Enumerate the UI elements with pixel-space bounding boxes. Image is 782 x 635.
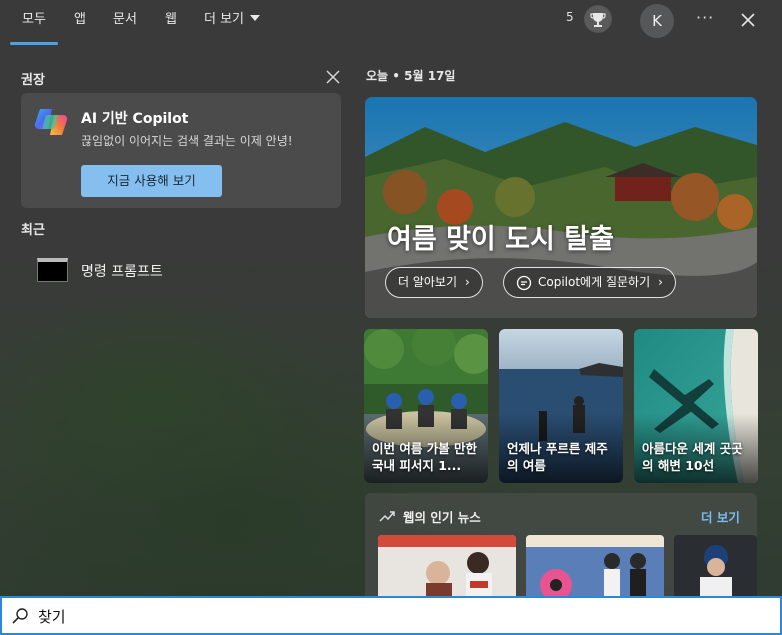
search-input[interactable] [38, 602, 738, 630]
today-date: 오늘 • 5월 17일 [366, 67, 455, 84]
news-thumbnail-2[interactable] [526, 535, 664, 603]
news-more-link[interactable]: 더 보기 [701, 507, 740, 526]
recent-heading: 최근 [21, 223, 45, 238]
story-card-3[interactable]: 아름다운 세계 곳곳의 해변 10선 [634, 329, 758, 483]
news-thumbnail-1[interactable] [378, 535, 516, 603]
ask-copilot-label: Copilot에게 질문하기 [538, 275, 651, 289]
hero-title: 여름 맞이 도시 탈출 [387, 224, 614, 255]
try-now-button[interactable]: 지금 사용해 보기 [81, 165, 222, 197]
hero-card[interactable]: 여름 맞이 도시 탈출 더 알아보기 › Copilot에게 질문하기 › [365, 97, 757, 318]
story-caption-1: 이번 여름 가볼 만한 국내 피서지 1... [372, 441, 478, 473]
copilot-promo-card[interactable]: AI 기반 Copilot 끊임없이 이어지는 검색 결과는 이제 안녕! 지금… [21, 93, 341, 208]
more-options-icon[interactable]: ··· [696, 8, 714, 27]
chat-icon [516, 275, 532, 291]
search-icon [11, 607, 29, 625]
tab-more-label: 더 보기 [204, 12, 245, 27]
tab-all[interactable]: 모두 [10, 9, 58, 45]
chevron-right-icon: › [658, 275, 663, 289]
today-label: 오늘 [366, 69, 389, 83]
chevron-right-icon: › [465, 275, 470, 289]
dismiss-recommended-icon[interactable] [324, 68, 342, 86]
news-thumbnail-3[interactable] [674, 535, 757, 603]
trophy-icon[interactable] [584, 5, 612, 33]
command-prompt-icon [37, 258, 68, 282]
recent-item-label: 명령 프롬프트 [81, 264, 163, 280]
close-icon[interactable] [738, 10, 758, 30]
trending-icon [379, 508, 395, 522]
tab-apps[interactable]: 앱 [74, 9, 86, 31]
ask-copilot-button[interactable]: Copilot에게 질문하기 › [503, 267, 676, 298]
trending-news-panel: 웹의 인기 뉴스 더 보기 [365, 493, 757, 603]
rewards-points[interactable]: 5 [566, 10, 574, 24]
story-card-2[interactable]: 언제나 푸르른 제주의 여름 [499, 329, 623, 483]
copilot-logo-icon [32, 103, 70, 141]
chevron-down-icon [250, 15, 261, 21]
story-caption-2: 언제나 푸르른 제주의 여름 [507, 441, 608, 473]
today-date-value: 5월 17일 [404, 69, 456, 83]
learn-more-button[interactable]: 더 알아보기 › [385, 267, 483, 298]
copilot-title: AI 기반 Copilot [81, 111, 189, 127]
tab-documents[interactable]: 문서 [113, 9, 137, 31]
search-bar[interactable] [0, 596, 782, 635]
story-card-1[interactable]: 이번 여름 가볼 만한 국내 피서지 1... [364, 329, 488, 483]
copilot-description: 끊임없이 이어지는 검색 결과는 이제 안녕! [81, 134, 293, 148]
date-separator: • [392, 69, 405, 83]
recent-item-command-prompt[interactable]: 명령 프롬프트 [21, 250, 341, 290]
tab-web[interactable]: 웹 [165, 9, 177, 31]
recommended-heading: 권장 [21, 73, 45, 88]
trending-news-title: 웹의 인기 뉴스 [403, 510, 481, 525]
top-tab-bar: 모두 앱 문서 웹 더 보기 5 K ··· [0, 0, 782, 46]
learn-more-label: 더 알아보기 [398, 275, 458, 289]
avatar[interactable]: K [640, 4, 674, 38]
tab-more[interactable]: 더 보기 [204, 9, 261, 31]
story-caption-3: 아름다운 세계 곳곳의 해변 10선 [642, 441, 743, 473]
